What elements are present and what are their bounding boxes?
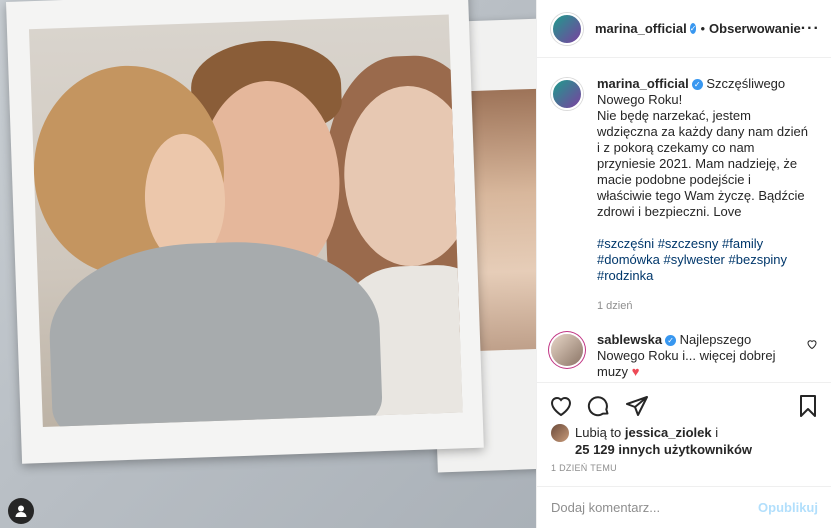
post-header: marina_official ✓ • Obserwowanie ···: [537, 0, 831, 58]
heart-emoji: ♥: [631, 364, 640, 379]
post-side-panel: marina_official ✓ • Obserwowanie ··· mar…: [536, 0, 831, 528]
caption-author-avatar[interactable]: [551, 78, 583, 110]
follow-status-button[interactable]: Obserwowanie: [709, 21, 801, 36]
polaroid-front: [6, 0, 484, 464]
tagged-people-icon[interactable]: [8, 498, 34, 524]
liker-avatar[interactable]: [551, 424, 569, 442]
post-timestamp[interactable]: 1 DZIEŃ TEMU: [551, 463, 617, 473]
caption-line: macie podobne podejście i: [597, 172, 751, 187]
share-icon[interactable]: [625, 394, 649, 418]
caption-line: Nowego Roku!: [597, 92, 683, 107]
verified-icon: ✓: [665, 335, 677, 346]
caption-timestamp[interactable]: 1 dzień: [597, 298, 809, 314]
likes-count-link[interactable]: 25 129 innych użytkowników: [575, 442, 752, 457]
likes-suffix: i: [711, 425, 719, 440]
hashtag-link[interactable]: #rodzinka: [597, 268, 653, 283]
likes-summary: Lubią to jessica_ziolek i 25 129 innych …: [551, 424, 752, 458]
verified-icon: ✓: [689, 23, 697, 34]
add-comment-input[interactable]: [551, 500, 759, 515]
comments-section[interactable]: marina_official ✓ Szczęśliwego Nowego Rok…: [537, 58, 831, 382]
caption-line: Szczęśliwego: [706, 76, 786, 91]
caption-line: i z pokorą czekamy co nam: [597, 140, 755, 155]
likes-text: Lubią to jessica_ziolek i 25 129 innych …: [575, 424, 752, 458]
caption-line: Nie będę narzekać, jestem: [597, 108, 751, 123]
author-username[interactable]: marina_official: [595, 21, 687, 36]
save-bookmark-icon[interactable]: [796, 394, 820, 418]
caption-line: właściwie tego Wam życzę. Bądźcie: [597, 188, 805, 203]
separator-dot: •: [700, 21, 706, 36]
comment-icon[interactable]: [587, 394, 611, 418]
publish-button[interactable]: Opublikuj: [758, 500, 818, 515]
more-options-icon[interactable]: ···: [801, 20, 820, 38]
caption-username[interactable]: marina_official: [597, 76, 689, 91]
caption-text: marina_official ✓ Szczęśliwego Nowego Rok…: [597, 76, 809, 314]
author-avatar[interactable]: [551, 12, 583, 45]
family-photo: [28, 14, 463, 427]
post-photo[interactable]: [0, 0, 536, 528]
verified-icon: ✓: [691, 79, 703, 90]
hashtag-link[interactable]: #szczęśni #szczesny #family: [597, 236, 763, 251]
commenter-username[interactable]: sablewska: [597, 332, 662, 347]
liker-username[interactable]: jessica_ziolek: [625, 425, 712, 440]
caption: marina_official ✓ Szczęśliwego Nowego Rok…: [551, 76, 818, 314]
comment-line: muzy: [597, 364, 629, 379]
commenter-avatar[interactable]: [551, 334, 583, 366]
comment-text: sablewska ✓ Najlepszego Nowego Roku i... …: [597, 332, 787, 380]
caption-line: wdzięczna za każdy dany nam dzień: [597, 124, 809, 139]
like-heart-icon[interactable]: [549, 394, 573, 418]
caption-line: zdrowi i bezpieczni. Love: [597, 204, 742, 219]
hashtag-link[interactable]: #domówka #sylwester #bezspiny: [597, 252, 787, 267]
comment-item: sablewska ✓ Najlepszego Nowego Roku i... …: [551, 332, 818, 380]
like-comment-icon[interactable]: [806, 338, 818, 380]
hashtags: #szczęśni #szczesny #family #domówka #sy…: [597, 236, 809, 284]
likes-prefix: Lubią to: [575, 425, 625, 440]
add-comment-bar: Opublikuj: [537, 486, 831, 528]
post-actions: [537, 382, 831, 428]
comment-line: Najlepszego: [679, 332, 752, 347]
caption-line: przyniesie 2021. Mam nadzieję, że: [597, 156, 798, 171]
comment-line: Nowego Roku i... więcej dobrej: [597, 348, 776, 363]
